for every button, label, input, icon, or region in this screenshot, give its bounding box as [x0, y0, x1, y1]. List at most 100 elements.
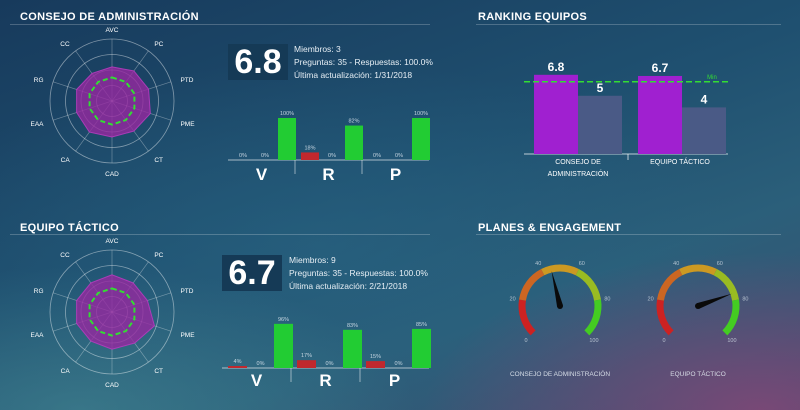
tactico-bar: [412, 328, 431, 368]
tactico-bar: [274, 323, 293, 368]
consejo-bar: [278, 118, 296, 160]
tactico-bar: [297, 360, 316, 368]
ranking-bar-secondary: [578, 95, 622, 154]
consejo-bar-label: 0%: [395, 153, 403, 159]
tactico-group-label-v: V: [251, 371, 263, 390]
gauge-tick-label: 100: [727, 338, 736, 344]
tactico-bar: [320, 367, 339, 368]
consejo-bar: [390, 159, 408, 160]
tactico-bar-label: 83%: [347, 323, 358, 329]
consejo-bar-label: 18%: [304, 145, 315, 151]
ranking-bar-main: [534, 74, 578, 154]
consejo-radar-label-pme: PME: [180, 121, 195, 128]
tactico-radar-label-pme: PME: [180, 332, 195, 339]
consejo-radar-label-ct: CT: [154, 157, 163, 164]
gauge-arc-segment: [541, 264, 579, 276]
gauge-needle: [551, 270, 563, 307]
tactico-radar-label-eaa: EAA: [31, 332, 45, 339]
gauge-tick-label: 60: [717, 261, 723, 267]
tactico-radar-label-rg: RG: [34, 288, 44, 295]
consejo-bar: [234, 159, 252, 160]
tactico-bar: [343, 329, 362, 368]
tactico-radar-label-pc: PC: [154, 252, 163, 259]
gauge-tick-label: 100: [589, 338, 598, 344]
gauge-hub: [557, 303, 563, 309]
consejo-group-label-v: V: [256, 165, 268, 184]
ranking-bar-secondary: [682, 107, 726, 154]
tactico-bar: [389, 367, 408, 368]
gauge-tick-label: 80: [604, 296, 610, 302]
consejo-group-label-r: R: [322, 165, 334, 184]
ranking-bar-main: [638, 75, 682, 154]
tactico-bar-label: 15%: [370, 354, 381, 360]
ranking-bar-value: 6.7: [652, 61, 669, 75]
gauge-tick-label: 20: [510, 296, 516, 302]
ranking-bar-value: 6.8: [548, 60, 565, 74]
dashboard-canvas: AVC PC PTD PME CT CAD CA EAA RG CC AVC PC PTD PME CT CA…: [31, 27, 749, 390]
ranking-min-label: Min: [707, 75, 717, 81]
tactico-bar-label: 17%: [301, 353, 312, 359]
tactico-bar-label: 96%: [278, 317, 289, 323]
gauge-arc-segment: [519, 269, 545, 301]
tactico-group-label-p: P: [389, 371, 400, 390]
tactico-bar: [366, 361, 385, 368]
tactico-radar-label-cad: CAD: [105, 382, 119, 389]
consejo-bar-label: 0%: [239, 153, 247, 159]
consejo-bar: [368, 159, 386, 160]
consejo-radar-label-cc: CC: [60, 41, 70, 48]
gauge-label-2: EQUIPO TÁCTICO: [670, 369, 726, 378]
tactico-radar-label-ct: CT: [154, 368, 163, 375]
gauge-tick-label: 40: [535, 261, 541, 267]
consejo-bar-label: 0%: [328, 153, 336, 159]
tactico-bar-label: 0%: [395, 361, 403, 367]
consejo-bar: [345, 125, 363, 160]
tactico-radar-label-ptd: PTD: [180, 288, 193, 295]
consejo-bar-label: 100%: [280, 111, 294, 117]
tactico-group-label-r: R: [319, 371, 331, 390]
consejo-bar-label: 82%: [348, 119, 359, 125]
gauge-arc-segment: [656, 299, 674, 336]
gauge-label-1: CONSEJO DE ADMINISTRACIÓN: [510, 369, 610, 378]
gauge-arc-segment: [679, 264, 717, 276]
gauge-tick-label: 60: [579, 261, 585, 267]
gauge-arc-segment: [575, 269, 601, 301]
ranking-xlabel-tactico: EQUIPO TÁCTICO: [650, 157, 710, 166]
gauge-hub: [695, 303, 701, 309]
tactico-radar-label-cc: CC: [60, 252, 70, 259]
gauge-arc-segment: [584, 299, 602, 336]
gauge-tick-label: 80: [742, 296, 748, 302]
tactico-bar: [251, 367, 270, 368]
tactico-bar: [228, 366, 247, 368]
consejo-bar: [256, 159, 274, 160]
tactico-radar-label-avc: AVC: [106, 238, 119, 245]
consejo-bar-label: 0%: [261, 153, 269, 159]
gauge-tick-label: 20: [648, 296, 654, 302]
ranking-bar-value: 5: [597, 81, 604, 95]
consejo-bar-label: 0%: [373, 153, 381, 159]
consejo-group-label-p: P: [390, 165, 401, 184]
ranking-xlabel-consejo-2: ADMINISTRACIÓN: [548, 169, 609, 178]
tactico-bar-label: 85%: [416, 322, 427, 328]
gauge-tick-label: 0: [525, 338, 528, 344]
gauge-tick-label: 0: [663, 338, 666, 344]
gauge-tick-label: 40: [673, 261, 679, 267]
tactico-bar-label: 0%: [326, 361, 334, 367]
consejo-radar-label-ca: CA: [61, 157, 71, 164]
ranking-xlabel-consejo-1: CONSEJO DE: [555, 159, 601, 166]
consejo-bar: [412, 118, 430, 160]
consejo-radar-label-avc: AVC: [106, 27, 119, 34]
consejo-radar-label-ptd: PTD: [180, 77, 193, 84]
tactico-bar-label: 4%: [234, 359, 242, 365]
consejo-radar-label-eaa: EAA: [31, 121, 45, 128]
tactico-radar-label-ca: CA: [61, 368, 71, 375]
consejo-bar: [301, 152, 319, 160]
gauge-arc-segment: [722, 299, 740, 336]
gauge-needle: [696, 293, 732, 309]
consejo-bar-label: 100%: [414, 111, 428, 117]
tactico-bar-label: 0%: [257, 361, 265, 367]
gauge-arc-segment: [657, 269, 683, 301]
consejo-radar-label-cad: CAD: [105, 171, 119, 178]
ranking-bar-value: 4: [701, 92, 708, 106]
gauge-arc-segment: [518, 299, 536, 336]
consejo-bar: [323, 159, 341, 160]
